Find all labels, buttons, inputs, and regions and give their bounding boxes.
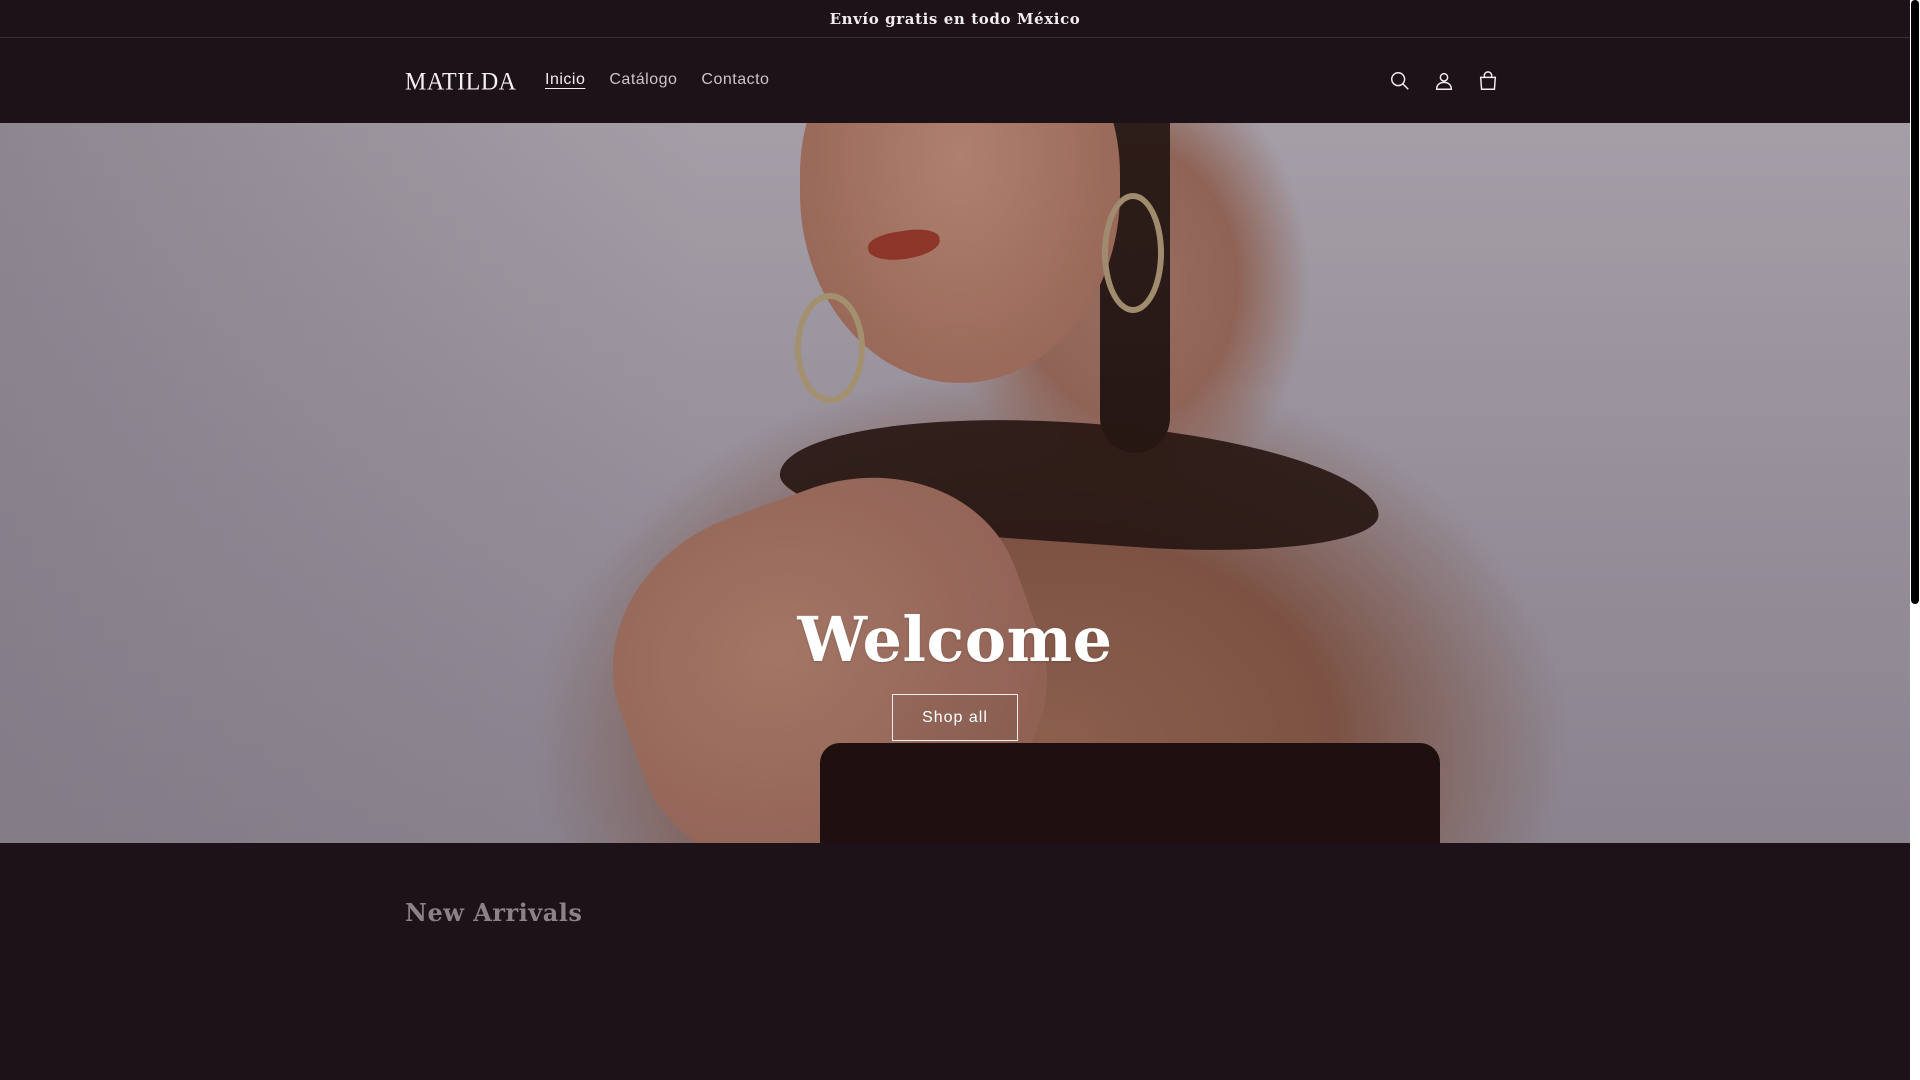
nav-link-catalogo[interactable]: Catálogo <box>597 69 689 91</box>
store-logo[interactable]: MATILDA <box>405 68 517 96</box>
scrollbar-thumb[interactable] <box>1911 0 1919 604</box>
announcement-bar: Envío gratis en todo México <box>0 0 1910 38</box>
nav-link-contacto[interactable]: Contacto <box>689 69 781 91</box>
main-nav: Inicio Catálogo Contacto <box>533 69 781 91</box>
search-button[interactable] <box>1378 59 1422 103</box>
cart-button[interactable] <box>1466 59 1510 103</box>
header-icons <box>1378 59 1510 103</box>
hero-content: Welcome Shop all <box>0 603 1910 741</box>
hero-banner: Welcome Shop all <box>0 123 1910 843</box>
nav-link-inicio[interactable]: Inicio <box>533 69 597 91</box>
account-icon <box>1435 72 1453 90</box>
account-button[interactable] <box>1422 59 1466 103</box>
new-arrivals-heading: New Arrivals <box>405 898 583 927</box>
shop-all-button[interactable]: Shop all <box>892 694 1018 741</box>
cart-icon <box>1479 71 1497 90</box>
search-icon <box>1391 72 1409 90</box>
site-header: MATILDA Inicio Catálogo Contacto <box>0 39 1910 123</box>
announcement-text: Envío gratis en todo México <box>829 9 1081 28</box>
hero-title: Welcome <box>797 603 1113 676</box>
